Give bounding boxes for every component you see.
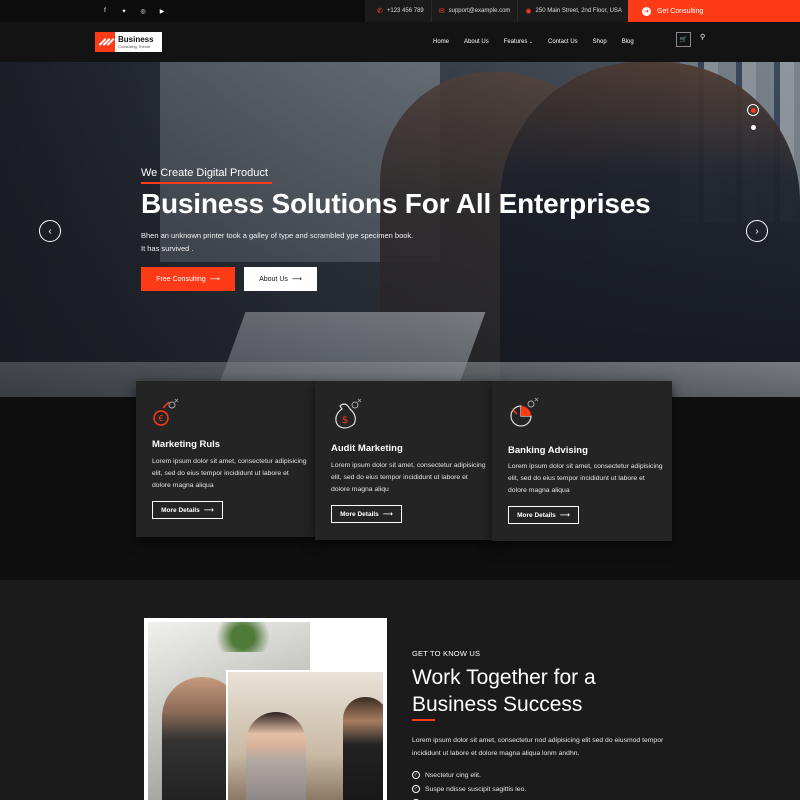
arrow-right-icon: ⟶ <box>559 512 570 519</box>
nav-item-features[interactable]: Features <box>504 39 533 45</box>
pie-chart-icon <box>510 397 539 427</box>
social-links: f ✦ ◎ ▶ <box>96 0 172 22</box>
photo-man-back <box>343 697 383 800</box>
top-bar: f ✦ ◎ ▶ ✆ +123 456 789 ✉ support@example… <box>0 0 800 22</box>
nav-item-blog[interactable]: Blog <box>622 39 634 45</box>
about-us-button[interactable]: About Us ⟶ <box>244 267 317 291</box>
hero-title: Business Solutions For All Enterprises <box>141 188 651 219</box>
arrow-right-icon: ⟶ <box>203 507 214 514</box>
about-title-line2: Business Success <box>412 693 583 716</box>
money-bag-icon: $ <box>335 398 362 429</box>
svg-text:€: € <box>158 414 163 423</box>
hero-eyebrow: We Create Digital Product <box>141 167 268 179</box>
about-photo-meeting <box>226 670 383 800</box>
envelope-icon: ✉ <box>438 8 445 15</box>
hero-description-line2: It has survived . <box>141 244 194 253</box>
about-photo-frame <box>144 618 387 800</box>
about-text: Lorem ipsum dolor sit amet, consectetur … <box>412 737 664 757</box>
hero-description: Bhen an unknown printer took a galley of… <box>141 229 431 255</box>
service-text: Lorem ipsum dolor sit amet, consectetur … <box>508 463 663 494</box>
euro-growth-icon: € <box>153 398 179 426</box>
nav-item-home[interactable]: Home <box>433 39 449 45</box>
about-title: Work Together for a Business Success <box>412 664 712 718</box>
about-eyebrow: GET TO KNOW US <box>412 649 481 658</box>
arrow-right-icon: ⟶ <box>382 511 393 518</box>
logo-title: Business <box>118 34 154 44</box>
more-details-button[interactable]: More Details ⟶ <box>508 506 579 524</box>
logo-subtitle: Consulting Theme <box>118 43 151 49</box>
check-circle-icon: ✓ <box>412 771 420 779</box>
service-text: Lorem ipsum dolor sit amet, consectetur … <box>152 458 307 489</box>
email-text: support@example.com <box>448 8 511 14</box>
contact-address: ◉ 250 Main Street, 2nd Floor, USA <box>517 0 629 22</box>
hero-description-line1: Bhen an unknown printer took a galley of… <box>141 231 414 240</box>
slider-dot[interactable] <box>751 125 756 130</box>
check-circle-icon: ✓ <box>412 785 420 793</box>
search-icon[interactable]: ⚲ <box>700 33 705 41</box>
photo-woman <box>246 712 306 800</box>
nav-menu: Home About Us Features Contact Us Shop B… <box>433 22 649 62</box>
phone-icon: ✆ <box>377 8 383 15</box>
location-icon: ◉ <box>525 8 532 15</box>
service-title: Marketing Ruls <box>152 439 221 450</box>
logo[interactable]: Business Consulting Theme <box>95 32 162 52</box>
list-item: ✓ Nsectetur cing elit. <box>412 771 481 779</box>
arrow-right-icon: ⟶ <box>209 276 220 283</box>
about-check-list: ✓ Nsectetur cing elit. ✓ Suspe ndisse su… <box>412 768 526 800</box>
list-item: ✓ <box>412 796 526 800</box>
service-text: Lorem ipsum dolor sit amet, consectetur … <box>331 462 486 493</box>
get-consulting-label: Get Consulting <box>657 7 704 15</box>
about-title-line1: Work Together for a <box>412 666 596 689</box>
get-consulting-button[interactable]: ➜ Get Consulting <box>628 0 800 22</box>
more-details-button[interactable]: More Details ⟶ <box>152 501 223 519</box>
address-text: 250 Main Street, 2nd Floor, USA <box>535 8 622 14</box>
cart-icon[interactable]: 🛒 <box>676 32 691 47</box>
nav-item-contact[interactable]: Contact Us <box>548 39 578 45</box>
phone-text: +123 456 789 <box>386 8 424 14</box>
service-card-banking: Banking Advising Lorem ipsum dolor sit a… <box>492 381 672 541</box>
service-card-marketing: € Marketing Ruls Lorem ipsum dolor sit a… <box>136 381 316 537</box>
free-consulting-button[interactable]: Free Consulting ⟶ <box>141 267 235 291</box>
arrow-circle-icon: ➜ <box>642 6 651 16</box>
about-section: GET TO KNOW US Work Together for a Busin… <box>0 580 800 800</box>
hero-eyebrow-underline <box>141 182 272 184</box>
contact-email[interactable]: ✉ support@example.com <box>430 0 518 22</box>
logo-mark-icon <box>95 32 115 52</box>
plant-decoration <box>208 622 278 652</box>
slider-next-button[interactable]: › <box>746 220 768 242</box>
about-us-label: About Us <box>259 275 288 283</box>
arrow-right-icon: ⟶ <box>291 276 302 283</box>
youtube-icon[interactable]: ▶ <box>153 0 171 22</box>
service-title: Audit Marketing <box>331 443 403 454</box>
nav-item-shop[interactable]: Shop <box>593 39 607 45</box>
nav-item-about[interactable]: About Us <box>464 39 489 45</box>
slider-dot-active[interactable] <box>747 104 759 116</box>
free-consulting-label: Free Consulting <box>156 275 206 283</box>
list-item: ✓ Suspe ndisse suscipit sagittis leo. <box>412 785 527 793</box>
chevron-right-icon: › <box>755 225 759 237</box>
twitter-icon[interactable]: ✦ <box>115 0 133 22</box>
facebook-icon[interactable]: f <box>96 0 114 22</box>
svg-text:$: $ <box>342 415 348 426</box>
more-details-button[interactable]: More Details ⟶ <box>331 505 402 523</box>
service-card-audit: $ Audit Marketing Lorem ipsum dolor sit … <box>315 381 495 540</box>
instagram-icon[interactable]: ◎ <box>134 0 152 22</box>
contact-phone[interactable]: ✆ +123 456 789 <box>365 0 431 22</box>
service-title: Banking Advising <box>508 445 588 456</box>
about-title-underline <box>412 719 435 721</box>
slider-prev-button[interactable]: ‹ <box>39 220 61 242</box>
hero-slider: We Create Digital Product Business Solut… <box>0 62 800 397</box>
contact-strip: ✆ +123 456 789 ✉ support@example.com ◉ 2… <box>365 0 630 22</box>
chevron-left-icon: ‹ <box>48 225 52 237</box>
